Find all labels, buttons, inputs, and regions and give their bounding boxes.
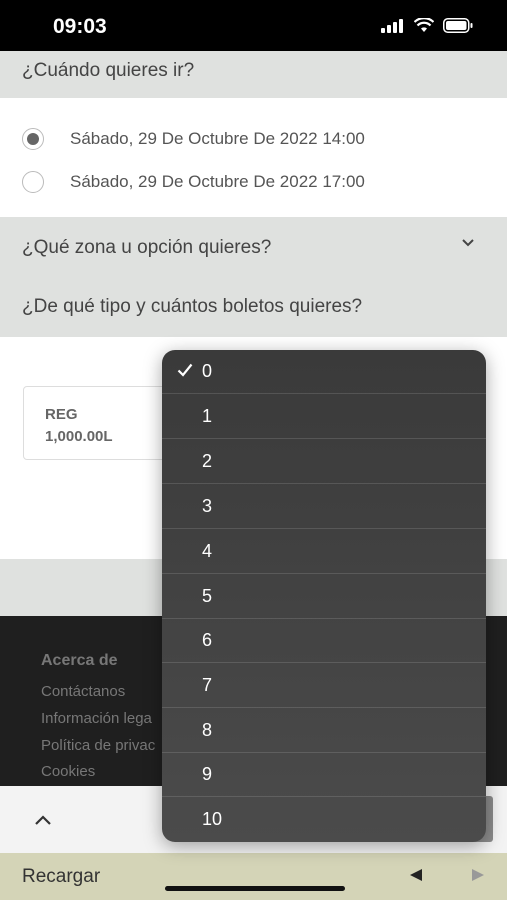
footer-link-contact[interactable]: Contáctanos [41, 683, 125, 700]
date-option-label: Sábado, 29 De Octubre De 2022 14:00 [70, 129, 365, 148]
wifi-icon [414, 18, 434, 32]
dropdown-option[interactable]: 10 [162, 798, 486, 842]
dropdown-option-label: 3 [202, 496, 213, 516]
dropdown-option-label: 7 [202, 675, 213, 695]
ticket-price: 1,000.00L [45, 428, 113, 445]
status-bar: 09:03 [0, 0, 507, 51]
date-option-2[interactable]: Sábado, 29 De Octubre De 2022 17:00 [22, 168, 365, 196]
dropdown-option[interactable]: 2 [162, 440, 486, 484]
radio-selected[interactable] [22, 128, 44, 150]
date-option-label: Sábado, 29 De Octubre De 2022 17:00 [70, 172, 365, 191]
chevron-down-icon[interactable] [461, 238, 475, 248]
dropdown-option[interactable]: 6 [162, 619, 486, 663]
dropdown-option[interactable]: 9 [162, 753, 486, 797]
forward-arrow-icon[interactable] [472, 869, 484, 881]
dropdown-option[interactable]: 7 [162, 664, 486, 708]
ticket-type: REG [45, 406, 78, 423]
dropdown-option-label: 10 [202, 809, 223, 829]
tickets-title: ¿De qué tipo y cuántos boletos quieres? [22, 296, 363, 317]
home-indicator [165, 886, 345, 891]
date-option-1[interactable]: Sábado, 29 De Octubre De 2022 14:00 [22, 125, 365, 153]
back-arrow-icon[interactable] [410, 869, 422, 881]
footer-link-cookies[interactable]: Cookies [41, 763, 95, 780]
dropdown-option[interactable]: 1 [162, 395, 486, 439]
dropdown-option[interactable]: 4 [162, 530, 486, 574]
dropdown-option-label: 8 [202, 720, 213, 740]
quantity-dropdown[interactable]: 0 1 2 3 4 5 6 7 8 9 10 [162, 350, 486, 842]
reload-button[interactable]: Recargar [22, 866, 100, 888]
checkmark-icon [177, 363, 193, 377]
dropdown-option-label: 4 [202, 541, 213, 561]
dropdown-option-label: 0 [202, 361, 213, 381]
date-options-card: Sábado, 29 De Octubre De 2022 14:00 Sába… [0, 98, 507, 217]
footer-title: Acerca de [41, 652, 118, 669]
dropdown-option-label: 6 [202, 630, 213, 650]
when-title: ¿Cuándo quieres ir? [22, 60, 195, 81]
dropdown-option[interactable]: 0 [162, 350, 486, 394]
dropdown-option[interactable]: 8 [162, 709, 486, 753]
dropdown-option-label: 9 [202, 764, 213, 784]
dropdown-option-label: 2 [202, 451, 213, 471]
status-time: 09:03 [53, 15, 107, 38]
zone-title[interactable]: ¿Qué zona u opción quieres? [22, 237, 271, 259]
chevron-up-icon[interactable] [34, 814, 52, 826]
battery-icon [443, 18, 473, 33]
dropdown-option[interactable]: 5 [162, 575, 486, 619]
footer-link-legal[interactable]: Información lega [41, 710, 152, 727]
dropdown-option-label: 5 [202, 586, 213, 606]
dropdown-option-label: 1 [202, 406, 213, 426]
status-icons [381, 18, 473, 33]
signal-icon [381, 18, 403, 33]
footer-link-privacy[interactable]: Política de privac [41, 737, 155, 754]
dropdown-option[interactable]: 3 [162, 485, 486, 529]
browser-bar: Recargar [0, 853, 507, 900]
radio-unselected[interactable] [22, 171, 44, 193]
